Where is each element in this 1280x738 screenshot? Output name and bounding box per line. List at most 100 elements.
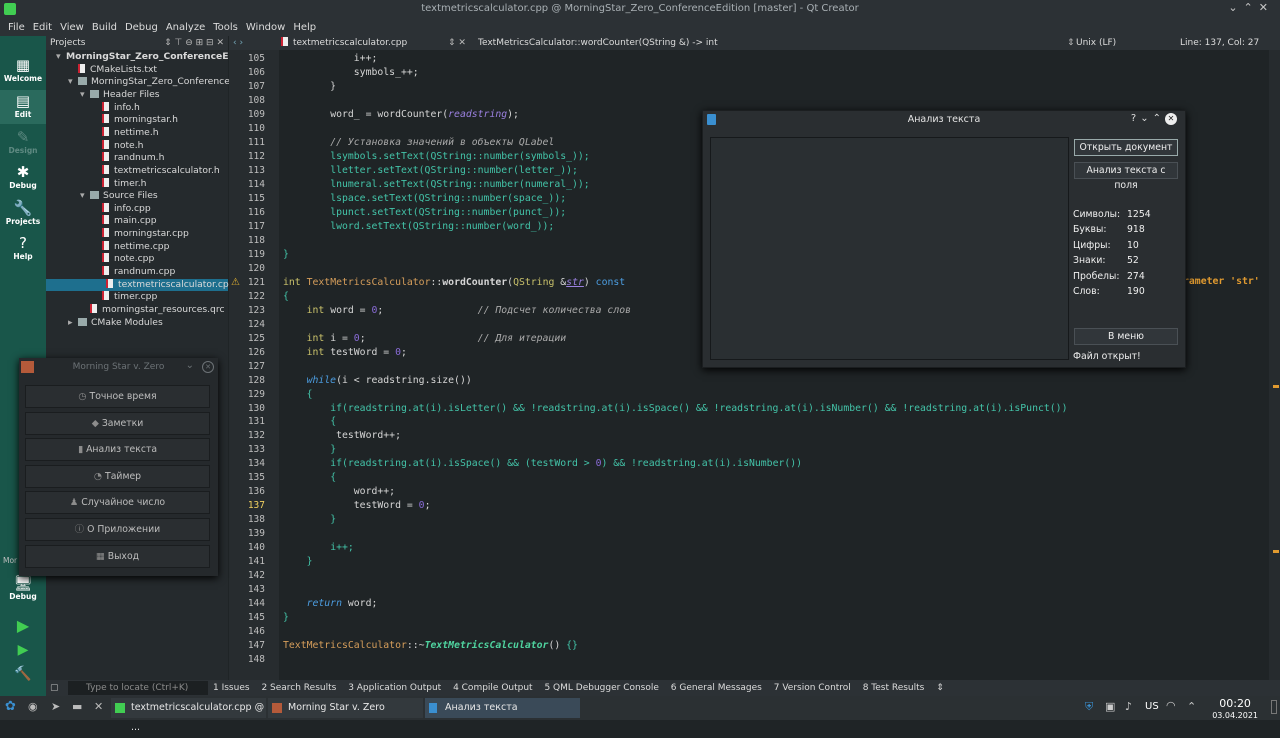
expand-arrow-icon[interactable]: ▾ [80,89,85,102]
tree-item[interactable]: ▾ MorningStar_Zero_ConferenceE [56,51,229,64]
output-tab-qml[interactable]: 5 QML Debugger Console [544,683,658,693]
stat-row: Буквы: 918 [1073,224,1145,235]
morningstar-button[interactable]: ▮ Анализ текста [25,438,210,462]
tree-item[interactable]: ▾ Source Files [80,190,158,203]
wifi-icon[interactable]: ◠ [1166,699,1176,712]
open-document-button[interactable]: Открыть документ [1074,139,1178,156]
line-number: 148 [247,654,265,666]
menu-view[interactable]: View [60,22,84,33]
edit-icon: ▤ [15,92,31,110]
morningstar-button[interactable]: ♟ Случайное число [25,491,210,515]
menu-edit[interactable]: Edit [33,22,52,33]
expand-arrow-icon[interactable]: ▾ [56,51,61,64]
output-tab-vcs[interactable]: 7 Version Control [774,683,851,693]
tree-item[interactable]: timer.h [102,177,146,191]
tree-item[interactable]: textmetricscalculator.cpp [46,278,235,292]
menu-analyze[interactable]: Analyze [166,22,205,33]
editor-scrollbar[interactable] [1269,50,1280,680]
shield-icon[interactable]: ⛨ [1085,700,1093,714]
tree-item[interactable]: note.cpp [102,253,154,266]
locator-input[interactable]: Type to locate (Ctrl+K) [68,681,208,695]
mode-edit[interactable]: ▤ Edit [0,90,46,124]
symbol-selector[interactable]: TextMetricsCalculator::wordCounter(QStri… [478,36,718,50]
output-tab-compile[interactable]: 4 Compile Output [453,683,533,693]
text-area[interactable] [710,137,1069,360]
output-tab-search[interactable]: 2 Search Results [261,683,336,693]
tree-item[interactable]: ▾ MorningStar_Zero_ConferenceEd [68,76,242,89]
tree-item[interactable]: info.h [102,101,140,115]
menu-button[interactable]: В меню [1074,328,1178,345]
tree-item[interactable]: timer.cpp [102,291,157,304]
kit-selector[interactable]: 🖥 Debug [0,574,46,601]
morningstar-button[interactable]: ◷ Точное время [25,385,210,408]
dialog-window-controls[interactable]: ?⌄⌃ ✕ [1131,113,1177,125]
file-tab[interactable]: textmetricscalculator.cpp [281,36,407,50]
toggle-sidebar-icon[interactable]: ▢ [50,680,59,696]
tree-item[interactable]: ▾ Header Files [80,89,160,102]
show-desktop-button[interactable] [1271,700,1277,714]
menu-build[interactable]: Build [92,22,117,33]
tree-item[interactable]: info.cpp [102,202,151,216]
morningstar-minimize-icon[interactable]: ⌄ [186,360,194,371]
debug-run-icon[interactable]: ▶ [0,642,46,658]
tree-item[interactable]: main.cpp [102,215,157,228]
tree-item[interactable]: morningstar.cpp [102,228,189,241]
clock[interactable]: 00:20 03.04.2021 [1212,698,1258,721]
output-tab-tests[interactable]: 8 Test Results [863,683,925,693]
run-icon[interactable]: ▶ [0,616,46,635]
stat-value: 190 [1127,286,1145,297]
mode-welcome[interactable]: ▦ Welcome [0,56,46,83]
tool-icon[interactable]: ✕ [94,700,103,713]
morningstar-button[interactable]: ◔ Таймер [25,464,210,488]
menu-file[interactable]: File [8,22,25,33]
menu-help[interactable]: Help [293,22,316,33]
tree-item[interactable]: randnum.cpp [102,266,175,279]
mode-debug[interactable]: ✱ Debug [0,163,46,190]
close-file-icon[interactable]: ⇕ ✕ [448,36,466,50]
menu-debug[interactable]: Debug [125,22,158,33]
morningstar-button[interactable]: ◆ Заметки [25,411,210,435]
tree-item[interactable]: CMakeLists.txt [78,63,157,77]
task-morningstar[interactable]: Morning Star v. Zero [268,698,423,718]
tree-item[interactable]: nettime.cpp [102,240,169,254]
tree-item[interactable]: note.h [102,139,143,153]
menu-window[interactable]: Window [246,22,285,33]
analyze-field-button[interactable]: Анализ текста с поля [1074,162,1178,191]
back-icon[interactable]: ‹ › [233,36,243,50]
mode-design[interactable]: ✎ Design [0,128,46,155]
menu-tools[interactable]: Tools [213,22,238,33]
tree-item[interactable]: nettime.h [102,126,159,140]
output-tab-general[interactable]: 6 General Messages [671,683,762,693]
window-controls[interactable]: ⌄⌃✕ [1228,1,1274,14]
output-tab-issues[interactable]: 1 Issues [213,683,250,693]
line-ending-selector[interactable]: Unix (LF) [1067,36,1116,50]
tree-item[interactable]: ▸ CMake Modules [68,317,163,330]
tree-item[interactable]: morningstar_resources.qrc [90,304,225,317]
more-tabs-icon[interactable]: ⇕ [936,683,944,693]
build-icon[interactable]: 🔨 [0,666,46,682]
expand-arrow-icon[interactable]: ▸ [68,317,73,330]
mode-help[interactable]: ? Help [0,234,46,261]
terminal-icon[interactable]: ▬ [72,700,82,713]
volume-icon[interactable]: ♪ [1125,700,1132,713]
tree-item[interactable]: morningstar.h [102,114,178,127]
projects-toolbar-icons[interactable]: ⇕ ⊤ ⊖ ⊞ ⊟ ✕ [164,36,224,50]
morningstar-close-icon[interactable]: ✕ [202,361,214,373]
clipboard-icon[interactable]: ▣ [1105,700,1115,713]
position-indicator[interactable]: Line: 137, Col: 27 [1180,36,1259,50]
task-text-analysis[interactable]: Анализ текста [425,698,580,718]
tray-expand-icon[interactable]: ⌃ [1187,700,1196,713]
keyboard-layout[interactable]: US [1145,701,1159,712]
expand-arrow-icon[interactable]: ▾ [68,76,73,89]
task-qtcreator[interactable]: textmetricscalculator.cpp @ ... [111,698,266,733]
morningstar-button[interactable]: ⓘ О Приложении [25,518,210,541]
expand-arrow-icon[interactable]: ▾ [80,190,85,203]
output-tab-app[interactable]: 3 Application Output [348,683,441,693]
tree-item[interactable]: randnum.h [102,152,164,165]
telegram-icon[interactable]: ➤ [51,700,60,713]
morningstar-button[interactable]: ▦ Выход [25,544,210,568]
discord-icon[interactable]: ◉ [28,700,38,713]
tree-item[interactable]: textmetricscalculator.h [102,164,220,178]
start-menu-icon[interactable]: ✿ [5,699,16,714]
mode-projects[interactable]: 🔧 Projects [0,199,46,226]
